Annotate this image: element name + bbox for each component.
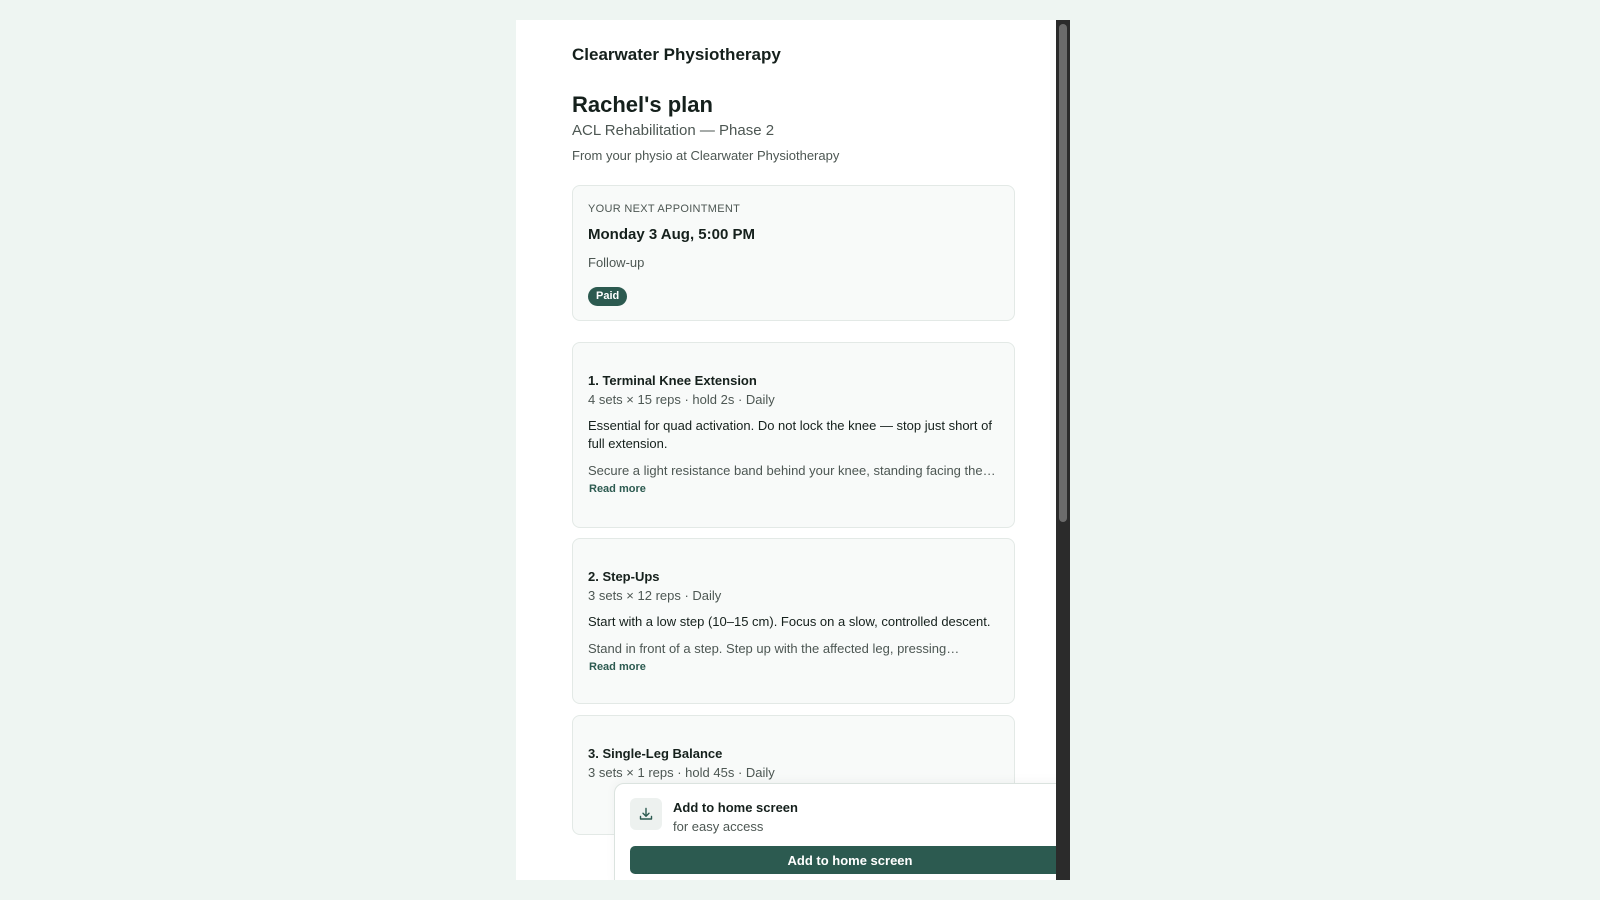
appointment-date: Monday 3 Aug, 5:00 PM <box>588 226 755 243</box>
install-prompt-title: Add to home screen <box>673 800 798 815</box>
install-prompt: Add to home screen for easy access Add t… <box>614 783 1070 880</box>
status-badge: Paid <box>588 287 628 306</box>
exercise-prescription: 4 sets × 15 reps · hold 2s · Daily <box>588 392 775 407</box>
exercise-description: Secure a light resistance band behind yo… <box>588 463 996 478</box>
add-to-home-screen-button[interactable]: Add to home screen <box>630 846 1070 874</box>
clinic-name: Clearwater Physiotherapy <box>572 45 781 64</box>
plan-source: From your physio at Clearwater Physiothe… <box>572 148 840 163</box>
page-title: Rachel's plan <box>572 92 713 117</box>
exercise-prescription: 3 sets × 12 reps · Daily <box>588 588 722 603</box>
exercise-title: 1. Terminal Knee Extension <box>588 373 757 388</box>
exercise-physio-note: Essential for quad activation. Do not lo… <box>588 418 992 451</box>
app-viewport: Clearwater Physiotherapy Rachel's plan A… <box>516 20 1070 880</box>
exercise-physio-note: Start with a low step (10–15 cm). Focus … <box>588 614 991 629</box>
read-more-link[interactable]: Read more <box>589 661 646 673</box>
exercise-title: 3. Single-Leg Balance <box>588 746 723 761</box>
scrollbar[interactable] <box>1056 20 1070 880</box>
next-appointment-card: Your next appointment Monday 3 Aug, 5:00… <box>572 185 1015 321</box>
scrollbar-thumb[interactable] <box>1059 24 1067 522</box>
exercise-title: 2. Step-Ups <box>588 569 660 584</box>
plan-subtitle: ACL Rehabilitation — Phase 2 <box>572 122 775 139</box>
exercise-description: Stand in front of a step. Step up with t… <box>588 641 960 656</box>
appointment-label: Your next appointment <box>588 203 741 215</box>
download-icon <box>630 798 662 830</box>
exercise-card: 1. Terminal Knee Extension 4 sets × 15 r… <box>572 342 1015 528</box>
install-prompt-subtitle: for easy access <box>673 819 764 834</box>
read-more-link[interactable]: Read more <box>589 483 646 495</box>
exercise-card: 2. Step-Ups 3 sets × 12 reps · Daily Sta… <box>572 538 1015 704</box>
appointment-type: Follow-up <box>588 255 645 270</box>
exercise-prescription: 3 sets × 1 reps · hold 45s · Daily <box>588 765 775 780</box>
